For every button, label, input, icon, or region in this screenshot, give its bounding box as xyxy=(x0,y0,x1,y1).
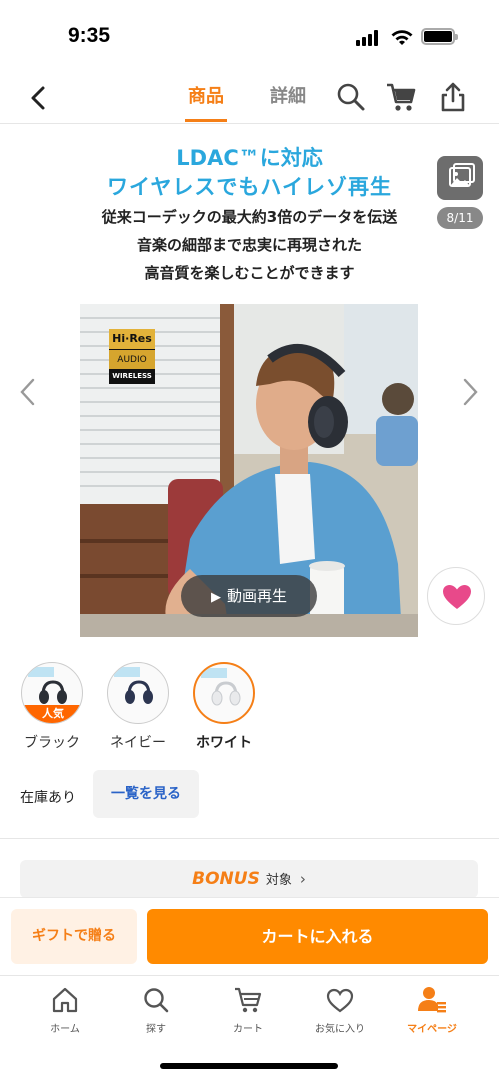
play-video-label: 動画再生 xyxy=(226,587,287,605)
cart-icon[interactable] xyxy=(384,80,418,114)
variant-swatch xyxy=(107,662,169,724)
play-video-button[interactable]: ▶ 動画再生 xyxy=(181,575,317,617)
popular-badge: 人気 xyxy=(22,705,82,723)
bonus-logo: BONUS xyxy=(192,869,260,889)
home-icon xyxy=(52,987,78,1013)
image-counter: 8/11 xyxy=(437,207,483,229)
add-to-cart-button[interactable]: カートに入れる xyxy=(147,909,488,964)
headphone-black-icon xyxy=(39,680,67,704)
bonus-target-label: 対象 xyxy=(265,873,292,888)
tab-favorites[interactable]: お気に入り xyxy=(300,984,380,1035)
wifi-icon xyxy=(391,30,413,45)
hires-badge-middle: AUDIO xyxy=(109,349,155,369)
cart-icon xyxy=(235,987,262,1013)
tab-label: マイページ xyxy=(407,1024,457,1035)
image-subtext-1: 従来コーデックの最大約3倍のデータを伝送 xyxy=(101,208,398,226)
status-time: 9:35 xyxy=(68,24,111,47)
variant-swatch: 人気 xyxy=(21,662,83,724)
variant-label: ネイビー xyxy=(110,735,166,751)
color-variant-selector: 人気 ブラック ネイビー ホワイト xyxy=(0,662,499,757)
next-image-arrow-icon[interactable] xyxy=(458,375,482,409)
hires-badge-top: Hi·Res xyxy=(109,329,155,349)
tab-cart[interactable]: カート xyxy=(208,984,288,1035)
battery-icon xyxy=(421,28,458,45)
variant-white[interactable]: ホワイト xyxy=(189,662,259,752)
tab-label: 探す xyxy=(146,1024,166,1035)
gift-button[interactable]: ギフトで贈る xyxy=(11,909,137,964)
stock-status: 在庫あり xyxy=(20,790,76,806)
image-gallery-icon xyxy=(449,163,475,187)
hi-res-audio-badge: Hi·Res AUDIO WIRELESS xyxy=(109,329,155,384)
cellular-signal-icon xyxy=(356,30,382,46)
image-headline-1: LDAC™に対応 xyxy=(176,146,323,170)
nav-bar: 商品 詳細 xyxy=(0,70,499,124)
product-photo[interactable]: Hi·Res AUDIO WIRELESS ▶ 動画再生 xyxy=(80,304,418,637)
variant-label: ホワイト xyxy=(196,735,252,751)
tab-search[interactable]: 探す xyxy=(116,984,196,1035)
share-icon[interactable] xyxy=(436,80,470,114)
variant-swatch-selected xyxy=(193,662,255,724)
bonus-banner[interactable]: BONUS 対象 › xyxy=(20,860,478,898)
chevron-right-icon: › xyxy=(299,870,306,888)
tab-label: カート xyxy=(233,1024,263,1035)
purchase-actions: ギフトで贈る カートに入れる xyxy=(0,897,499,975)
tab-label: ホーム xyxy=(50,1024,80,1035)
variant-navy[interactable]: ネイビー xyxy=(103,662,173,752)
divider xyxy=(0,838,499,839)
image-subtext-3: 高音質を楽しむことができます xyxy=(144,264,355,282)
status-bar: 9:35 xyxy=(0,0,499,70)
user-icon xyxy=(418,987,446,1013)
image-subtext-2: 音楽の細部まで忠実に再現された xyxy=(136,236,362,254)
home-indicator xyxy=(160,1063,338,1069)
tab-mypage[interactable]: マイページ xyxy=(392,984,472,1035)
image-headline-2: ワイヤレスでもハイレゾ再生 xyxy=(107,175,392,199)
headphone-white-icon xyxy=(211,681,241,706)
back-chevron-icon[interactable] xyxy=(22,81,56,115)
tab-detail[interactable]: 詳細 xyxy=(270,82,306,108)
search-icon xyxy=(144,988,169,1013)
gallery-list-button[interactable] xyxy=(437,156,483,200)
favorite-button[interactable] xyxy=(427,567,485,625)
play-icon: ▶ xyxy=(210,590,221,605)
headphone-navy-icon xyxy=(125,680,153,704)
previous-image-arrow-icon[interactable] xyxy=(16,375,40,409)
heart-icon xyxy=(326,988,354,1013)
tab-product[interactable]: 商品 xyxy=(185,82,227,122)
variant-label: ブラック xyxy=(24,735,80,751)
tab-label: お気に入り xyxy=(315,1024,365,1035)
heart-icon xyxy=(443,585,471,609)
view-all-variants-button[interactable]: 一覧を見る xyxy=(93,770,199,818)
product-image-gallery[interactable]: LDAC™に対応 ワイヤレスでもハイレゾ再生 従来コーデックの最大約3倍のデータ… xyxy=(0,125,499,645)
hires-badge-bottom: WIRELESS xyxy=(112,372,152,380)
variant-black[interactable]: 人気 ブラック xyxy=(17,662,87,752)
tab-home[interactable]: ホーム xyxy=(25,984,105,1035)
search-icon[interactable] xyxy=(334,80,368,114)
